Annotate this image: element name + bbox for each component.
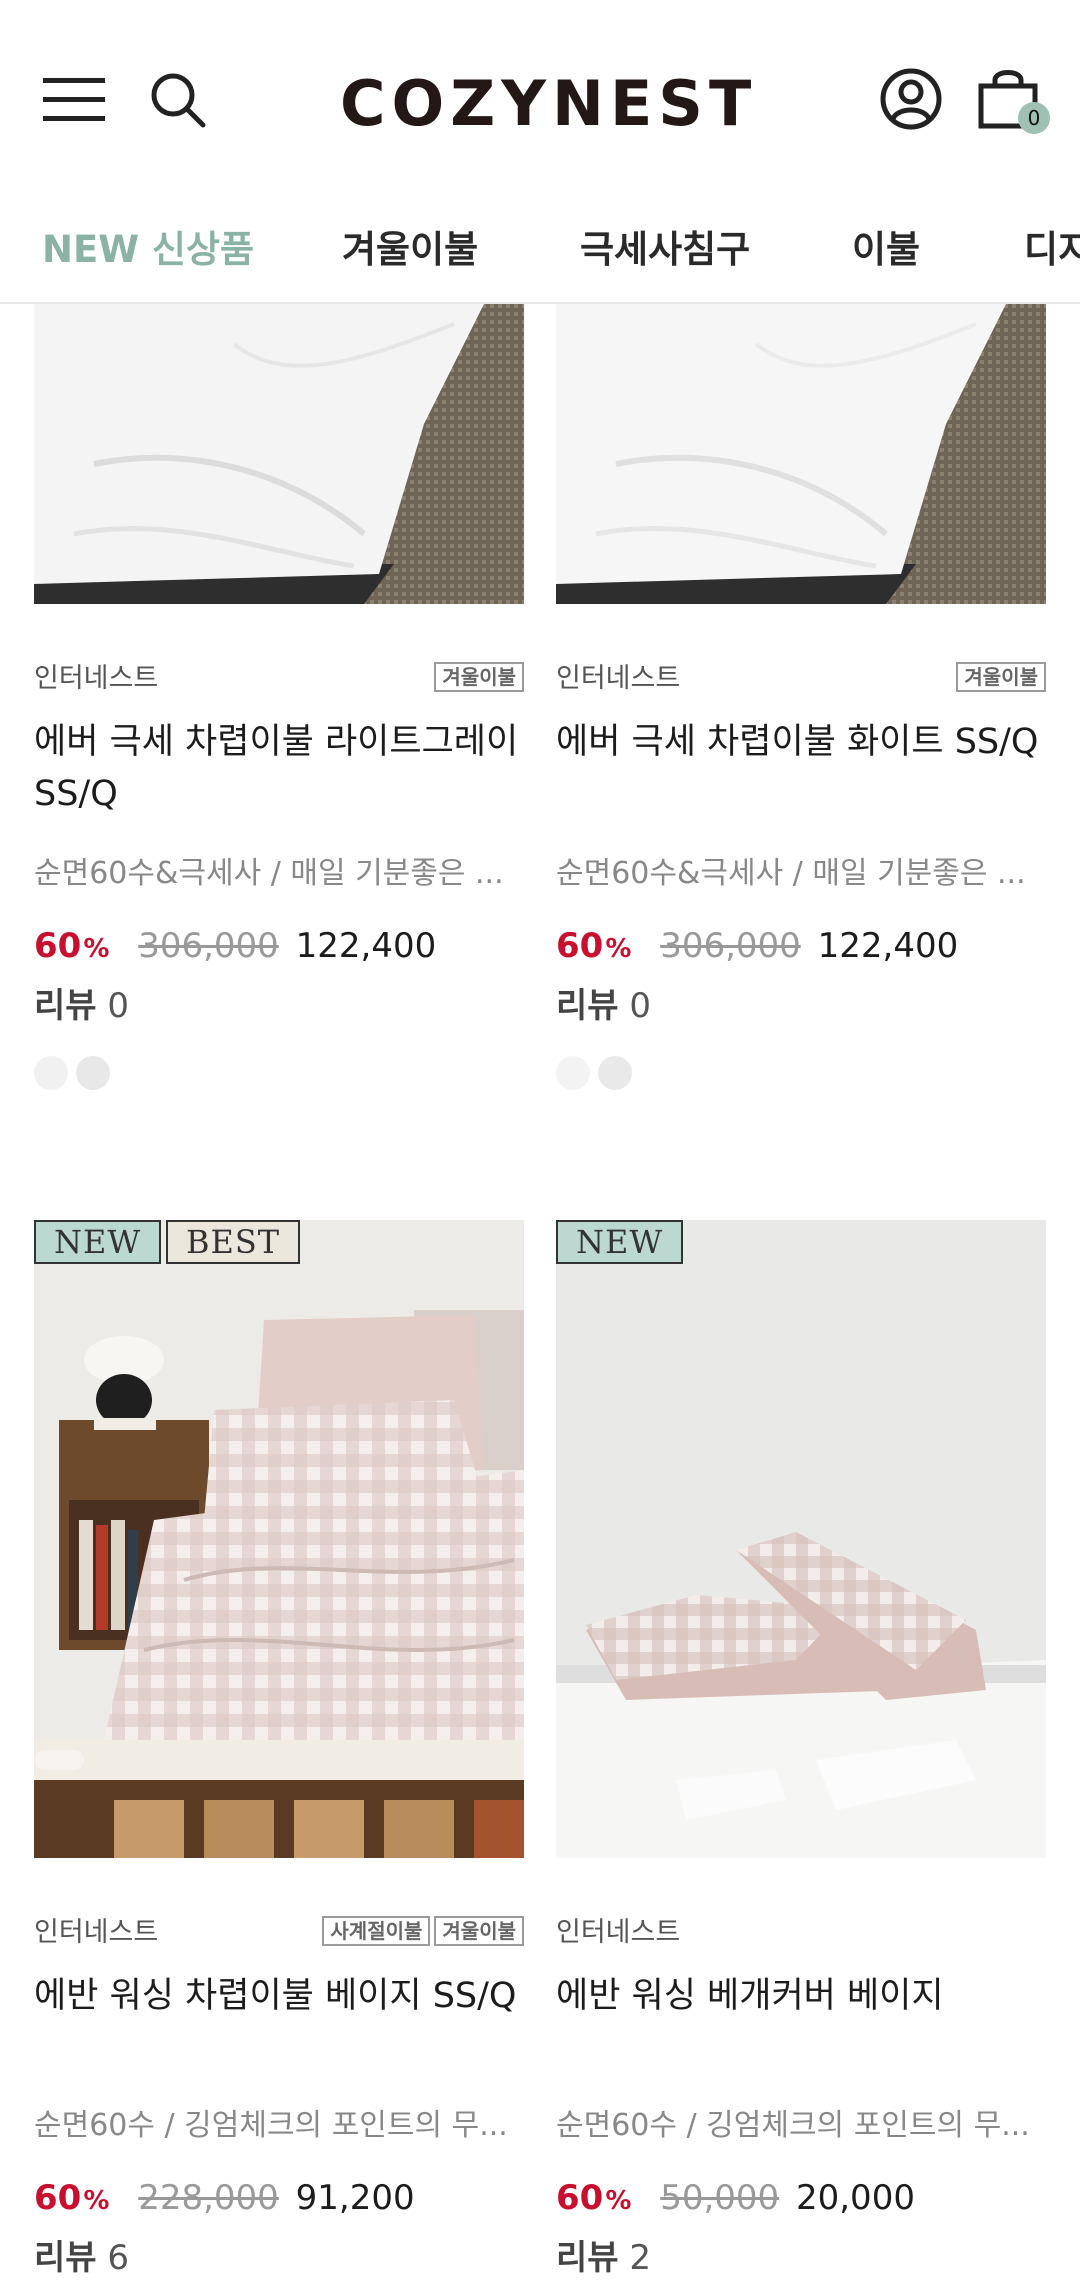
tab-duvet[interactable]: 이불 bbox=[852, 220, 920, 280]
color-swatches bbox=[556, 1056, 640, 1090]
product-description: 순면60수&극세사 / 매일 기분좋은 ... bbox=[556, 856, 1026, 891]
white-duvet-photo bbox=[34, 304, 524, 604]
sale-price: 91,200 bbox=[295, 2178, 415, 2218]
account-button[interactable] bbox=[870, 58, 952, 140]
product-image[interactable]: NEW bbox=[556, 1220, 1046, 1858]
product-name[interactable]: 에버 극세 차렵이불 라이트그레이 SS/Q bbox=[34, 716, 534, 820]
product-description: 순면60수 / 깅엄체크의 포인트의 무... bbox=[556, 2108, 1030, 2143]
product-name[interactable]: 에반 워싱 베개커버 베이지 bbox=[556, 1970, 1056, 2022]
product-brand: 인터네스트 bbox=[34, 1917, 159, 1948]
review-count: 리뷰 0 bbox=[556, 986, 652, 1026]
user-account-icon bbox=[880, 68, 942, 130]
menu-button[interactable] bbox=[36, 62, 112, 138]
cart-count-badge: 0 bbox=[1018, 102, 1050, 134]
category-tag: 사계절이불 bbox=[322, 1916, 431, 1946]
sale-price: 122,400 bbox=[817, 926, 959, 966]
product-name[interactable]: 에버 극세 차렵이불 화이트 SS/Q bbox=[556, 716, 1056, 768]
product-brand: 인터네스트 bbox=[34, 663, 159, 694]
category-tag: 겨울이불 bbox=[434, 662, 524, 692]
search-icon bbox=[151, 73, 206, 128]
price-row: 60% 306,000 122,400 bbox=[34, 926, 436, 966]
category-tag: 겨울이불 bbox=[434, 1916, 524, 1946]
color-swatch[interactable] bbox=[598, 1056, 632, 1090]
search-button[interactable] bbox=[140, 62, 216, 138]
product-image[interactable] bbox=[34, 304, 524, 604]
product-card[interactable]: 인터네스트 겨울이불 에버 극세 차렵이불 화이트 SS/Q 순면60수&극세사… bbox=[556, 304, 1046, 1104]
cart-button[interactable]: 0 bbox=[966, 56, 1050, 140]
product-brand: 인터네스트 bbox=[556, 1917, 681, 1948]
product-name[interactable]: 에반 워싱 차렵이불 베이지 SS/Q bbox=[34, 1970, 534, 2022]
discount-rate: 60% bbox=[556, 2178, 632, 2218]
beige-check-duvet-photo bbox=[34, 1220, 524, 1858]
original-price: 228,000 bbox=[138, 2178, 279, 2218]
price-row: 60% 50,000 20,000 bbox=[556, 2178, 915, 2218]
best-badge: BEST bbox=[166, 1220, 301, 1264]
new-badge: NEW bbox=[556, 1220, 684, 1264]
tab-winter-duvet[interactable]: 겨울이불 bbox=[342, 220, 478, 280]
tab-new-arrivals[interactable]: NEW 신상품 bbox=[42, 220, 254, 280]
original-price: 50,000 bbox=[660, 2178, 780, 2218]
category-tag: 겨울이불 bbox=[956, 662, 1046, 692]
color-swatches bbox=[34, 1056, 118, 1090]
product-tags: 겨울이불 bbox=[430, 662, 524, 692]
product-card[interactable]: NEW BEST 인터네스트 사계절이불 겨울이불 에반 워싱 차렵이불 베이지… bbox=[34, 1220, 524, 2284]
discount-rate: 60% bbox=[34, 2178, 110, 2218]
discount-rate: 60% bbox=[34, 926, 110, 966]
sale-price: 122,400 bbox=[295, 926, 437, 966]
color-swatch[interactable] bbox=[34, 1056, 68, 1090]
product-card[interactable]: 인터네스트 겨울이불 에버 극세 차렵이불 라이트그레이 SS/Q 순면60수&… bbox=[34, 304, 524, 1104]
product-tags: 겨울이불 bbox=[952, 662, 1046, 692]
price-row: 60% 228,000 91,200 bbox=[34, 2178, 415, 2218]
color-swatch[interactable] bbox=[76, 1056, 110, 1090]
product-description: 순면60수 / 깅엄체크의 포인트의 무... bbox=[34, 2108, 508, 2143]
category-nav: NEW 신상품 겨울이불 극세사침구 이불 디지 bbox=[0, 200, 1080, 304]
sale-price: 20,000 bbox=[795, 2178, 915, 2218]
top-header: COZYNEST 0 bbox=[0, 0, 1080, 200]
original-price: 306,000 bbox=[660, 926, 801, 966]
product-image[interactable] bbox=[556, 304, 1046, 604]
tab-design[interactable]: 디지 bbox=[1024, 220, 1080, 280]
product-card[interactable]: NEW 인터네스트 에반 워싱 베개커버 베이지 순면60수 / 깅엄체크의 포… bbox=[556, 1220, 1046, 2284]
brand-logo[interactable]: COZYNEST bbox=[340, 62, 751, 146]
product-tags: 사계절이불 겨울이불 bbox=[318, 1916, 524, 1946]
white-duvet-photo bbox=[556, 304, 1046, 604]
product-brand: 인터네스트 bbox=[556, 663, 681, 694]
review-count: 리뷰 2 bbox=[556, 2238, 652, 2278]
color-swatch[interactable] bbox=[556, 1056, 590, 1090]
review-count: 리뷰 6 bbox=[34, 2238, 130, 2278]
original-price: 306,000 bbox=[138, 926, 279, 966]
beige-check-pillow-photo bbox=[556, 1220, 1046, 1858]
product-description: 순면60수&극세사 / 매일 기분좋은 ... bbox=[34, 856, 504, 891]
discount-rate: 60% bbox=[556, 926, 632, 966]
product-image[interactable]: NEW BEST bbox=[34, 1220, 524, 1858]
new-badge: NEW bbox=[34, 1220, 162, 1264]
product-grid: 인터네스트 겨울이불 에버 극세 차렵이불 라이트그레이 SS/Q 순면60수&… bbox=[0, 304, 1080, 2284]
review-count: 리뷰 0 bbox=[34, 986, 130, 1026]
tab-microfiber-bedding[interactable]: 극세사침구 bbox=[580, 220, 750, 280]
price-row: 60% 306,000 122,400 bbox=[556, 926, 958, 966]
hamburger-menu-icon bbox=[43, 78, 105, 121]
